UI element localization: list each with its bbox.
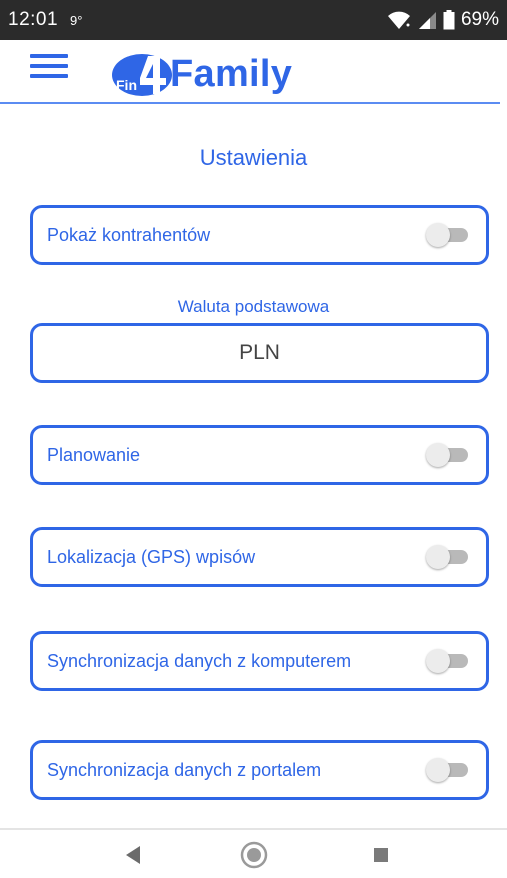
wifi-icon: [387, 10, 411, 30]
back-triangle-icon[interactable]: [118, 840, 148, 870]
sync-computer-setting[interactable]: Synchronizacja danych z komputerem: [30, 631, 489, 691]
system-navigation-bar: [0, 830, 507, 878]
hamburger-menu-icon[interactable]: [30, 54, 68, 82]
svg-text:Fin: Fin: [116, 77, 137, 93]
planning-setting[interactable]: Planowanie: [30, 425, 489, 485]
gps-location-label: Lokalizacja (GPS) wpisów: [47, 546, 256, 567]
home-circle-icon[interactable]: [239, 840, 269, 870]
battery-icon: [443, 10, 455, 30]
status-time: 12:01: [8, 9, 59, 30]
gps-location-toggle[interactable]: [426, 545, 470, 569]
battery-percentage: 69%: [460, 9, 499, 30]
recents-square-icon[interactable]: [366, 840, 396, 870]
status-temperature: 9°: [70, 12, 83, 28]
planning-label: Planowanie: [47, 444, 141, 465]
sync-portal-toggle[interactable]: [426, 758, 470, 782]
app-name: Family: [170, 52, 293, 95]
page-title: Ustawienia: [199, 145, 308, 170]
gps-location-setting[interactable]: Lokalizacja (GPS) wpisów: [30, 527, 489, 587]
sync-computer-label: Synchronizacja danych z komputerem: [47, 650, 352, 671]
sync-portal-label: Synchronizacja danych z portalem: [47, 759, 322, 780]
sync-portal-setting[interactable]: Synchronizacja danych z portalem: [30, 740, 489, 800]
show-contractors-toggle[interactable]: [426, 223, 470, 247]
status-indicators: 69%: [387, 9, 499, 31]
status-bar: 12:01 9° 69%: [0, 0, 507, 40]
show-contractors-setting[interactable]: Pokaż kontrahentów: [30, 205, 489, 265]
fin4-logo-icon: Fin: [112, 54, 172, 96]
show-contractors-label: Pokaż kontrahentów: [47, 224, 211, 245]
app-logo: Fin Family: [110, 50, 292, 98]
signal-icon: [417, 10, 437, 30]
base-currency-field[interactable]: PLN: [30, 323, 489, 383]
app-header: Fin Family: [0, 40, 507, 104]
planning-toggle[interactable]: [426, 443, 470, 467]
header-divider: [0, 102, 500, 104]
base-currency-label: Waluta podstawowa: [177, 297, 330, 316]
sync-computer-toggle[interactable]: [426, 649, 470, 673]
